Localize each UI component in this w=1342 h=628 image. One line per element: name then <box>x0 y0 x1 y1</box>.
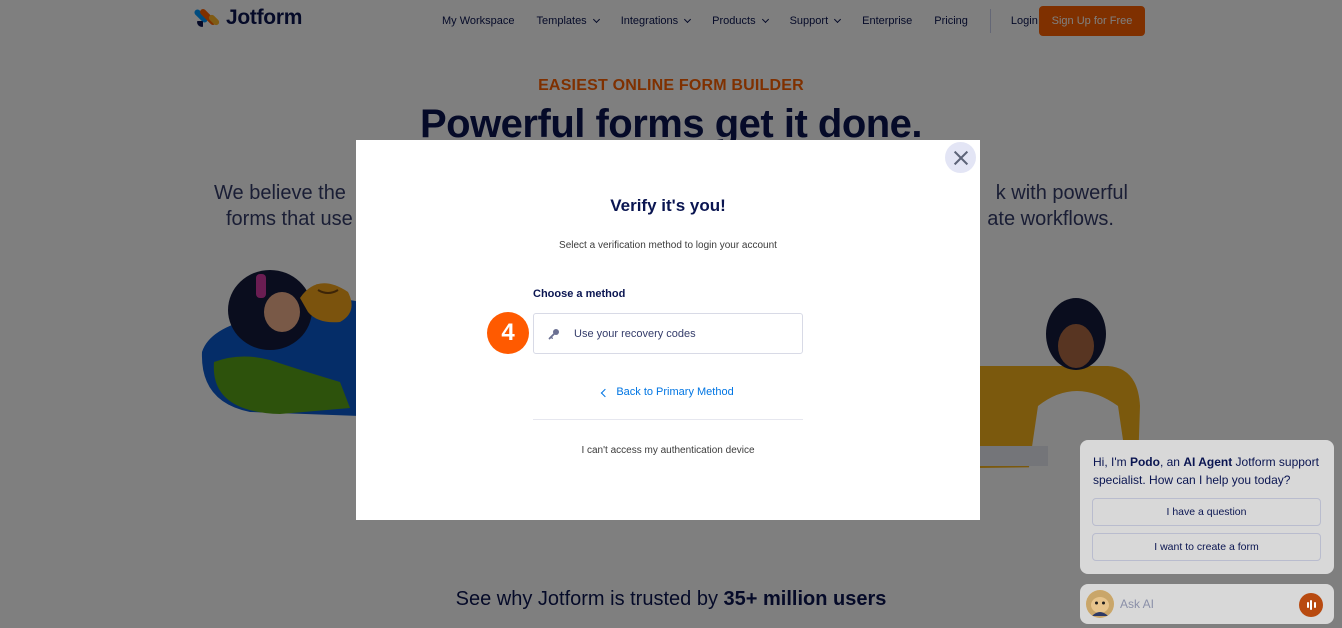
chat-option-question[interactable]: I have a question <box>1092 498 1321 526</box>
cant-access-link[interactable]: I can't access my authentication device <box>356 445 980 456</box>
ask-ai-placeholder[interactable]: Ask AI <box>1120 597 1154 611</box>
back-to-primary-link[interactable]: Back to Primary Method <box>356 386 980 398</box>
method-select[interactable]: Use your recovery codes <box>533 313 803 354</box>
step-number-badge: 4 <box>487 312 529 354</box>
close-icon[interactable] <box>945 142 976 173</box>
method-value: Use your recovery codes <box>574 327 696 340</box>
chevron-left-icon <box>601 388 610 397</box>
ask-ai-bar[interactable]: Ask AI <box>1080 584 1334 624</box>
modal-title: Verify it's you! <box>610 196 726 215</box>
chat-greeting: Hi, I'm Podo, an AI Agent Jotform suppor… <box>1093 455 1319 487</box>
method-label: Choose a method <box>533 288 626 300</box>
chat-option-create-form[interactable]: I want to create a form <box>1092 533 1321 561</box>
ai-chat-card: Hi, I'm Podo, an AI Agent Jotform suppor… <box>1080 440 1334 574</box>
modal-subtitle: Select a verification method to login yo… <box>559 240 777 251</box>
modal-divider <box>533 419 803 420</box>
verify-modal: Verify it's you! Select a verification m… <box>356 140 980 520</box>
podo-avatar <box>1086 590 1114 618</box>
key-icon <box>548 328 559 339</box>
voice-icon[interactable] <box>1299 593 1323 617</box>
